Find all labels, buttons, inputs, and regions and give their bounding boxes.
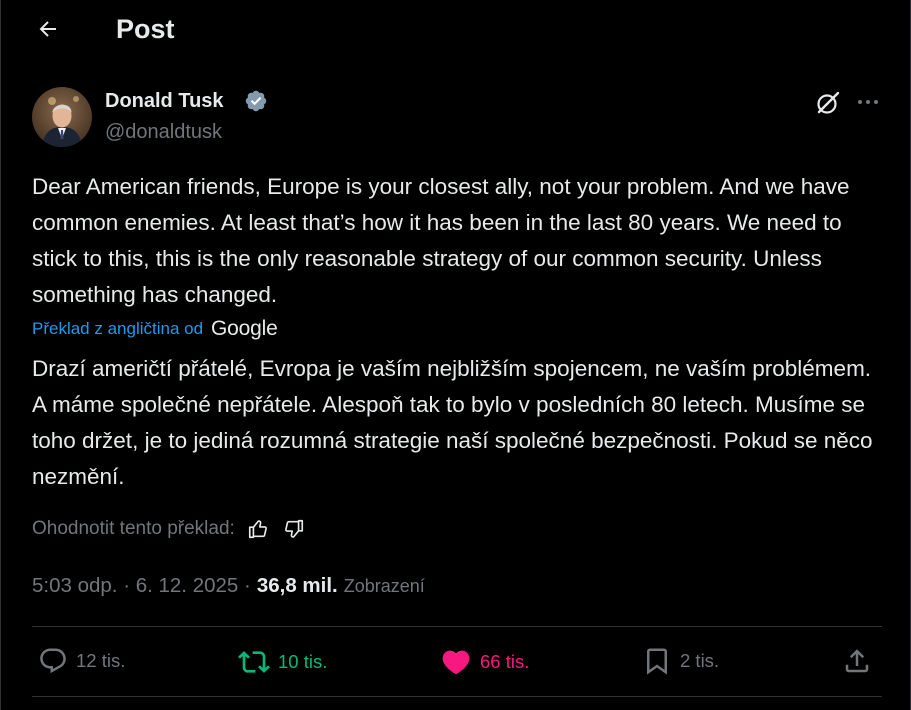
grok-button[interactable] bbox=[814, 89, 842, 117]
arrow-left-icon bbox=[39, 21, 56, 37]
thumbs-down-button[interactable] bbox=[281, 516, 307, 542]
grok-icon bbox=[817, 91, 840, 114]
repost-count: 10 tis. bbox=[278, 651, 328, 672]
bookmark-button[interactable]: 2 tis. bbox=[642, 646, 719, 676]
top-bar: Post bbox=[1, 0, 911, 60]
views-label: Zobrazení bbox=[343, 576, 425, 596]
post-timestamp[interactable]: 5:03 odp. · 6. 12. 2025 · bbox=[32, 574, 251, 598]
reply-button[interactable]: 12 tis. bbox=[38, 646, 125, 676]
bookmark-count: 2 tis. bbox=[680, 650, 720, 671]
post-meta: 5:03 odp. · 6. 12. 2025 · 36,8 mil. Zobr… bbox=[32, 574, 425, 598]
divider bbox=[32, 696, 882, 697]
google-logo: Google bbox=[211, 317, 278, 340]
more-options-button[interactable] bbox=[854, 89, 882, 117]
share-icon bbox=[845, 649, 869, 673]
author-name[interactable]: Donald Tusk bbox=[105, 90, 224, 113]
translation-link[interactable]: Překlad z angličtina od bbox=[32, 319, 203, 339]
page-title: Post bbox=[116, 14, 175, 44]
thumbs-up-button[interactable] bbox=[245, 516, 271, 542]
thumbs-up-icon bbox=[248, 520, 267, 539]
rate-translation-label: Ohodnotit tento překlad: bbox=[32, 518, 235, 539]
bookmark-icon bbox=[647, 648, 667, 675]
reply-count: 12 tis. bbox=[76, 650, 126, 671]
verified-badge-icon bbox=[245, 90, 267, 112]
divider bbox=[32, 626, 882, 627]
back-button[interactable] bbox=[31, 12, 65, 46]
post-page: Post Donald Tusk @donaldtusk Dear Americ… bbox=[0, 0, 911, 710]
rate-translation: Ohodnotit tento překlad: bbox=[32, 516, 307, 542]
reply-icon bbox=[40, 648, 66, 674]
heart-icon bbox=[442, 650, 470, 675]
translated-text: Drazí američtí přátelé, Evropa je vaším … bbox=[32, 356, 873, 489]
action-bar: 12 tis. 10 tis. 66 tis. 2 tis. bbox=[32, 632, 882, 692]
repost-icon bbox=[238, 651, 270, 673]
repost-button[interactable]: 10 tis. bbox=[238, 646, 327, 678]
like-count: 66 tis. bbox=[480, 651, 530, 672]
translation-attribution: Překlad z angličtina od Google bbox=[32, 317, 278, 341]
post-text: Dear American friends, Europe is your cl… bbox=[32, 174, 850, 307]
thumbs-down-icon bbox=[284, 519, 303, 538]
like-button[interactable]: 66 tis. bbox=[440, 646, 529, 678]
views-count: 36,8 mil. bbox=[256, 574, 338, 597]
avatar[interactable] bbox=[32, 87, 92, 147]
more-dots-icon bbox=[858, 100, 878, 104]
share-button[interactable] bbox=[842, 646, 872, 676]
author-handle[interactable]: @donaldtusk bbox=[105, 121, 222, 144]
